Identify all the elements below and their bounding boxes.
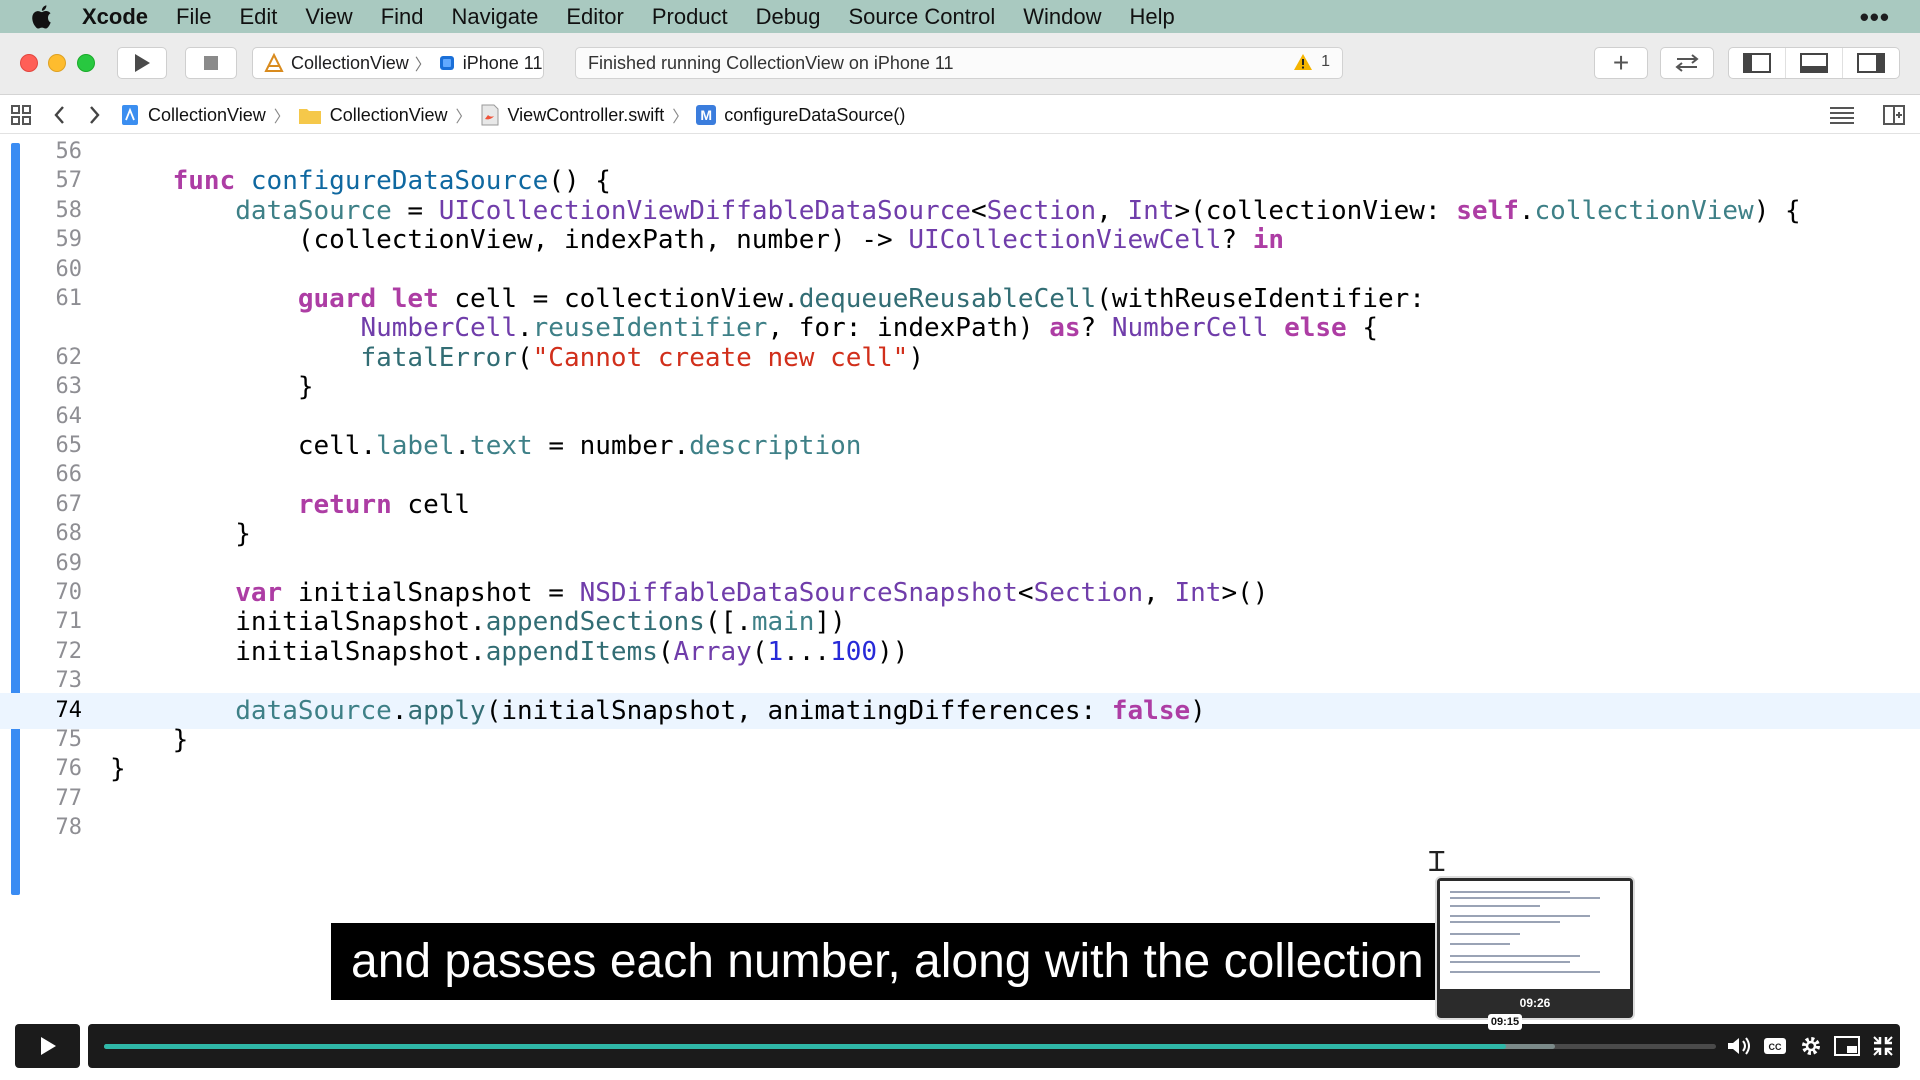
video-caption: and passes each number, along with the c… [331, 923, 1437, 1000]
left-panel-icon [1743, 53, 1771, 73]
scheme-name: CollectionView [291, 52, 409, 73]
menu-edit[interactable]: Edit [239, 4, 277, 30]
add-editor-split-icon[interactable] [1882, 104, 1906, 131]
iphone-device-icon [439, 56, 454, 70]
line-number[interactable]: 78 [28, 810, 83, 846]
right-panel-icon [1857, 53, 1885, 73]
play-icon [135, 54, 150, 72]
text-cursor-icon: Ɪ [1429, 845, 1445, 878]
menu-find[interactable]: Find [381, 4, 424, 30]
play-icon [40, 1037, 56, 1055]
minimize-window-button[interactable] [48, 54, 66, 72]
code-line[interactable]: 78 [0, 810, 1920, 846]
breadcrumb-file[interactable]: ViewController.swift [480, 104, 664, 126]
device-name: iPhone 11 [462, 52, 543, 73]
menu-xcode[interactable]: Xcode [82, 4, 148, 30]
chevron-right-icon: 〉 [273, 109, 290, 126]
picture-in-picture-icon[interactable] [1834, 1034, 1860, 1058]
breadcrumb-project[interactable]: CollectionView [120, 104, 266, 126]
menu-bar: Xcode File Edit View Find Navigate Edito… [0, 0, 1920, 33]
video-progress-bar[interactable] [104, 1044, 1716, 1049]
jump-bar: CollectionView 〉 CollectionView 〉 ViewCo… [0, 96, 1920, 134]
warning-count: 1 [1321, 53, 1330, 70]
zoom-window-button[interactable] [77, 54, 95, 72]
volume-icon[interactable] [1726, 1034, 1752, 1058]
breadcrumb-method[interactable]: M configureDataSource() [696, 105, 905, 126]
breadcrumb: CollectionView 〉 CollectionView 〉 ViewCo… [120, 96, 905, 134]
menu-view[interactable]: View [305, 4, 352, 30]
folder-icon [298, 109, 321, 124]
closed-captions-icon[interactable]: CC [1762, 1034, 1788, 1058]
close-window-button[interactable] [20, 54, 38, 72]
chevron-right-icon: 〉 [455, 109, 472, 126]
swap-arrows-icon [1675, 54, 1699, 72]
menu-extras-icon[interactable]: ••• [1860, 2, 1890, 33]
activity-status-text: Finished running CollectionView on iPhon… [588, 52, 954, 73]
toggle-debug-area-button[interactable] [1786, 48, 1843, 78]
breadcrumb-folder[interactable]: CollectionView [298, 105, 447, 126]
bottom-panel-icon [1800, 53, 1828, 73]
fullscreen-exit-icon[interactable] [1870, 1034, 1896, 1058]
warning-icon [1294, 54, 1313, 70]
menu-editor[interactable]: Editor [566, 4, 623, 30]
menu-window[interactable]: Window [1023, 4, 1101, 30]
library-add-button[interactable]: + [1594, 47, 1648, 79]
project-icon [122, 105, 138, 125]
activity-viewer: Finished running CollectionView on iPhon… [575, 47, 1343, 79]
method-badge-icon: M [696, 105, 717, 125]
stop-icon [204, 56, 218, 70]
xcode-toolbar: CollectionView 〉 iPhone 11 Finished runn… [0, 33, 1920, 95]
thumbnail-frame [1440, 881, 1630, 989]
menu-navigate[interactable]: Navigate [452, 4, 539, 30]
menu-source-control[interactable]: Source Control [849, 4, 996, 30]
menu-debug[interactable]: Debug [756, 4, 821, 30]
hover-time-tooltip: 09:15 [1488, 1014, 1522, 1030]
run-button[interactable] [117, 47, 167, 79]
chevron-right-icon: 〉 [414, 57, 431, 74]
editor-layout-buttons [1728, 47, 1900, 79]
scrub-preview-thumbnail: 09:26 [1435, 876, 1635, 1020]
thumbnail-time: 09:26 [1519, 996, 1551, 1010]
forward-arrow-icon[interactable] [84, 104, 104, 131]
menu-product[interactable]: Product [652, 4, 728, 30]
toggle-navigator-button[interactable] [1729, 48, 1786, 78]
video-player-controls: CC [0, 1020, 1920, 1080]
stop-button[interactable] [185, 47, 237, 79]
swift-file-icon [481, 104, 498, 126]
scheme-selector[interactable]: CollectionView 〉 iPhone 11 [252, 47, 544, 79]
code-review-button[interactable] [1660, 47, 1714, 79]
settings-gear-icon[interactable] [1798, 1034, 1824, 1058]
apple-logo-icon[interactable] [28, 4, 54, 30]
menu-file[interactable]: File [176, 4, 211, 30]
toggle-inspector-button[interactable] [1843, 48, 1899, 78]
video-play-button[interactable] [15, 1024, 80, 1068]
warning-indicator[interactable]: 1 [1293, 53, 1330, 71]
related-items-grid-icon[interactable] [10, 104, 32, 131]
xcode-app-icon [264, 52, 284, 72]
menu-help[interactable]: Help [1130, 4, 1175, 30]
svg-text:CC: CC [1769, 1042, 1782, 1052]
played-progress [104, 1044, 1507, 1049]
editor-options-lines-icon[interactable] [1828, 104, 1856, 131]
chevron-right-icon: 〉 [672, 109, 689, 126]
back-arrow-icon[interactable] [50, 104, 70, 131]
